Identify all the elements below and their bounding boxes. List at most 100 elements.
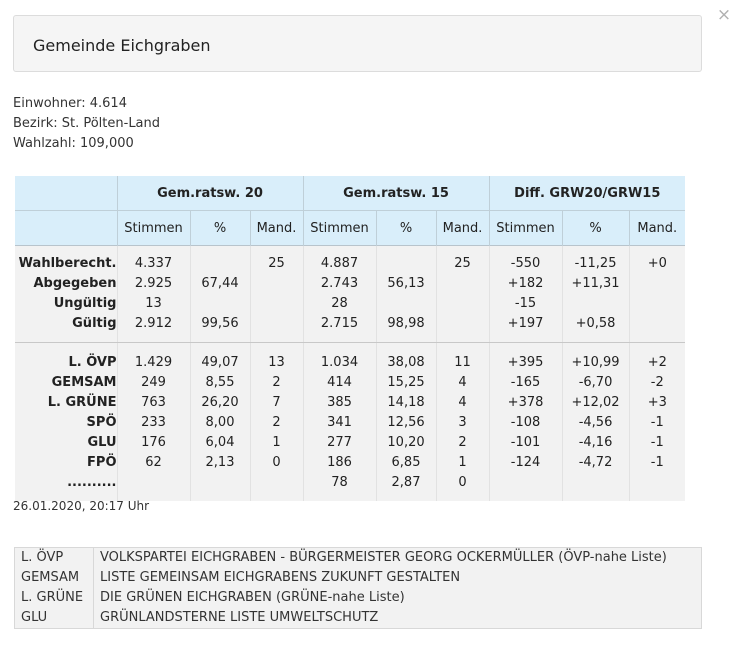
title-panel: Gemeinde Eichgraben [13,15,702,72]
table-cell: +3 [628,393,686,413]
table-cell: -1 [628,413,686,433]
population-text: Einwohner: 4.614 [13,96,127,111]
group-header: Gem.ratsw. 20 [116,176,304,211]
table-cell: -6,70 [561,373,630,393]
table-cell: 2.912 [116,314,190,334]
row-label: FPÖ [15,453,117,473]
table-cell [189,254,250,274]
table-cell: +395 [488,353,563,373]
table-cell: 10,20 [375,433,437,453]
row-label: Abgegeben [15,274,117,294]
table-row: .......... 78 2,87 0 [15,473,686,493]
table-cell: 176 [116,433,190,453]
table-cell: -124 [488,453,563,473]
table-cell [435,294,490,314]
legend-abbr: L. ÖVP [21,550,64,565]
table-cell: 12,56 [375,413,437,433]
table-cell [628,314,686,334]
legend-abbr: L. GRÜNE [21,590,84,605]
table-cell: -1 [628,453,686,473]
row-label: L. GRÜNE [15,393,117,413]
party-rows: L. ÖVP 1.429 49,07 13 1.034 38,08 11 +395 +10,99… [15,353,686,493]
table-cell: 2 [435,433,490,453]
legend-name: DIE GRÜNEN EICHGRABEN (GRÜNE-nahe Liste) [100,590,405,605]
table-cell: 4.337 [116,254,190,274]
table-cell: 67,44 [189,274,250,294]
table-cell [375,294,437,314]
table-row: Ungültig 13 28 -15 [15,294,686,314]
table-cell: -165 [488,373,563,393]
table-cell: -4,56 [561,413,630,433]
table-cell: +378 [488,393,563,413]
column-header: Mand. [249,210,304,246]
table-cell: 2 [249,413,304,433]
party-legend: L. ÖVP GEMSAM L. GRÜNE GLU VOLKSPARTEI E… [14,547,702,629]
close-icon[interactable]: × [716,5,732,25]
column-header: % [189,210,250,246]
group-header: Gem.ratsw. 15 [302,176,490,211]
table-cell: 8,55 [189,373,250,393]
table-cell: 4 [435,373,490,393]
results-table: Gem.ratsw. 20 Gem.ratsw. 15 Diff. GRW20/… [15,176,686,501]
table-cell [249,473,304,493]
timestamp: 26.01.2020, 20:17 Uhr [13,499,150,513]
table-cell: 4.887 [302,254,377,274]
table-cell [435,274,490,294]
table-row: GEMSAM 249 8,55 2 414 15,25 4 -165 -6,70 -2 [15,373,686,393]
table-cell: 7 [249,393,304,413]
table-cell: +0 [628,254,686,274]
table-cell: 56,13 [375,274,437,294]
table-cell: 763 [116,393,190,413]
table-cell: 2,13 [189,453,250,473]
column-header: % [375,210,437,246]
column-header: Stimmen [488,210,563,246]
table-cell [488,473,563,493]
table-cell: 8,00 [189,413,250,433]
table-cell [189,294,250,314]
table-cell [561,473,630,493]
summary-rows: Wahlberecht. 4.337 25 4.887 25 -550 -11,25 +0 Ab… [15,254,686,334]
table-cell: -1 [628,433,686,453]
table-cell: +0,58 [561,314,630,334]
legend-abbr: GLU [21,610,48,625]
district-text: Bezirk: St. Pölten-Land [13,116,161,131]
table-cell: 62 [116,453,190,473]
row-label: GLU [15,433,117,453]
table-cell [249,294,304,314]
table-cell: -550 [488,254,563,274]
row-label: Gültig [15,314,117,334]
table-row: SPÖ 233 8,00 2 341 12,56 3 -108 -4,56 -1 [15,413,686,433]
table-cell: 233 [116,413,190,433]
table-cell: +182 [488,274,563,294]
table-cell [249,274,304,294]
table-cell [189,473,250,493]
table-cell: 4 [435,393,490,413]
table-cell: 25 [249,254,304,274]
legend-name: LISTE GEMEINSAM EICHGRABENS ZUKUNFT GEST… [100,570,461,585]
table-cell: 98,98 [375,314,437,334]
table-row: Gültig 2.912 99,56 2.715 98,98 +197 +0,58 [15,314,686,334]
table-cell: 3 [435,413,490,433]
table-cell: 28 [302,294,377,314]
group-header: Diff. GRW20/GRW15 [488,176,686,211]
table-cell: 2,87 [375,473,437,493]
legend-name: GRÜNLANDSTERNE LISTE UMWELTSCHUTZ [100,610,379,625]
table-cell: 13 [249,353,304,373]
table-header-columns: Stimmen % Mand. Stimmen % Mand. Stimmen … [15,210,686,246]
table-row: Wahlberecht. 4.337 25 4.887 25 -550 -11,25 +0 [15,254,686,274]
table-cell: -2 [628,373,686,393]
table-cell: +197 [488,314,563,334]
table-cell: 1.034 [302,353,377,373]
table-cell [628,294,686,314]
table-cell: +10,99 [561,353,630,373]
table-cell [249,314,304,334]
table-cell: +12,02 [561,393,630,413]
table-cell: 2 [249,373,304,393]
table-cell: 2.715 [302,314,377,334]
table-cell: -108 [488,413,563,433]
table-cell: 277 [302,433,377,453]
table-cell [375,254,437,274]
legend-abbr: GEMSAM [21,570,80,585]
table-cell [628,274,686,294]
table-cell: 78 [302,473,377,493]
